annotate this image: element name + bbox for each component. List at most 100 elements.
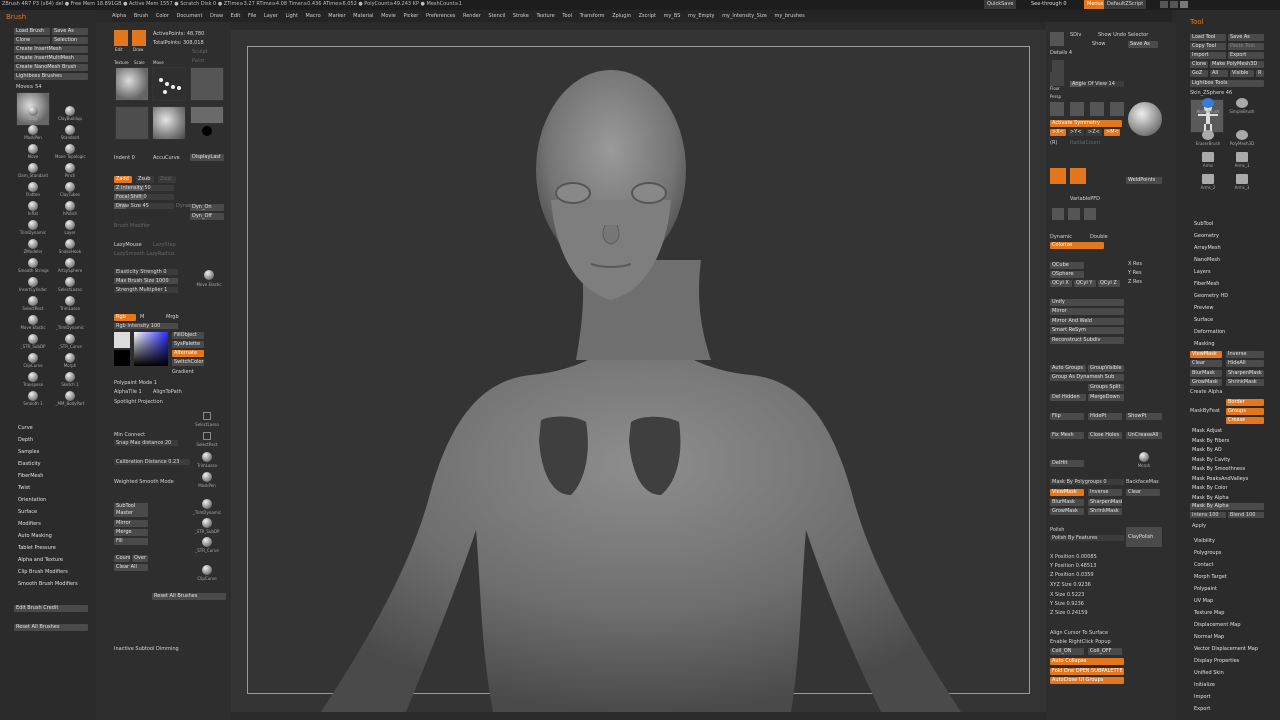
mask-menu-mask-by-fibers[interactable]: Mask By Fibers	[1192, 438, 1229, 444]
str-subdp-brush-icon[interactable]	[28, 334, 38, 344]
z-intensity-slider[interactable]: Z Intensity 50	[114, 185, 174, 191]
tool-menu-subtool[interactable]: SubTool	[1194, 221, 1213, 227]
color-picker[interactable]	[134, 332, 168, 366]
lazystep-label[interactable]: LazyStep	[153, 242, 176, 248]
tool-menu-displacement-map[interactable]: Displacement Map	[1194, 622, 1241, 628]
z-size-slider[interactable]: Z Size 0.24159	[1050, 610, 1088, 616]
str-curve-brush-icon[interactable]	[65, 334, 75, 344]
fold-one-subpalette-button[interactable]: Fold One OPEN SUBPALETTE	[1050, 668, 1124, 675]
floor-icon[interactable]	[1050, 72, 1064, 86]
texture-thumbnail[interactable]	[115, 106, 149, 140]
claytubes-brush-icon[interactable]	[65, 182, 75, 192]
subtool-master-button[interactable]: SubTool Master	[114, 503, 148, 517]
x-position-slider[interactable]: X Position 0.00085	[1050, 554, 1097, 560]
select-lasso-icon[interactable]	[203, 412, 211, 420]
tool-menu-export[interactable]: Export	[1194, 706, 1210, 712]
xyz-size-slider[interactable]: XYZ Size 0.9236	[1050, 582, 1091, 588]
tool-menu-masking[interactable]: Masking	[1194, 341, 1215, 347]
brush-menu-curve[interactable]: Curve	[18, 425, 33, 431]
morph-icon[interactable]	[1139, 452, 1149, 462]
tool-menu-deformation[interactable]: Deformation	[1194, 329, 1225, 335]
transp-icon[interactable]	[1070, 168, 1086, 184]
count-button[interactable]: Count	[114, 555, 130, 562]
view-mask-button[interactable]: ViewMask	[1050, 489, 1084, 496]
border-button[interactable]: Border	[1226, 399, 1264, 406]
sculpt-model[interactable]	[231, 30, 1046, 712]
brush-modifier-label[interactable]: Brush Modifier	[114, 223, 150, 229]
x-res-label[interactable]: X Res	[1128, 261, 1142, 267]
line-fill-icon[interactable]	[1084, 208, 1096, 220]
blur-mask-button[interactable]: BlurMask	[1050, 499, 1084, 506]
alpha-tile-label[interactable]: AlphaTile 1	[114, 389, 142, 395]
brush-thumbnail[interactable]	[115, 67, 149, 101]
create-insertmultimesh-button[interactable]: Create InsertMultiMesh	[14, 55, 88, 62]
draw-mode-button[interactable]	[132, 30, 146, 46]
blend-slider[interactable]: Blend 100	[1228, 512, 1264, 518]
fill-button[interactable]: Fill	[114, 538, 148, 545]
clay-brush-icon[interactable]	[28, 106, 38, 116]
brush-menu-samples[interactable]: Samples	[18, 449, 39, 455]
tool-menu-surface[interactable]: Surface	[1194, 317, 1213, 323]
mask-by-alpha-button[interactable]: Mask By Alpha	[1190, 503, 1264, 510]
fill-object-button[interactable]: FillObject	[172, 332, 204, 339]
alternate-button[interactable]: Alternate	[172, 350, 204, 357]
str-curve-icon[interactable]	[202, 537, 212, 547]
material-preview-thumbnail[interactable]	[190, 106, 224, 124]
z-position-slider[interactable]: Z Position 0.0359	[1050, 572, 1094, 578]
dam-standard-brush-icon[interactable]	[28, 163, 38, 173]
y-size-slider[interactable]: Y Size 0.9236	[1050, 601, 1084, 607]
reconstruct-subdiv-button[interactable]: Reconstruct Subdiv	[1050, 337, 1124, 344]
switchcolor-button[interactable]: SwitchColor	[172, 359, 204, 366]
menu-texture[interactable]: Texture	[536, 10, 554, 22]
sym-m-button[interactable]: >M<	[1104, 129, 1120, 136]
spix-icon[interactable]	[1050, 32, 1064, 46]
align-to-path-button[interactable]: AlignToPath	[153, 389, 182, 395]
elasticity-slider[interactable]: Elasticity Strength 0	[114, 269, 178, 275]
menu-preferences[interactable]: Preferences	[426, 10, 455, 22]
menu-tool[interactable]: Tool	[562, 10, 572, 22]
growmask-tool-button[interactable]: GrowMask	[1190, 379, 1222, 386]
mask-menu-mask-by-smoothness[interactable]: Mask By Smoothness	[1192, 466, 1245, 472]
flatten-brush-icon[interactable]	[28, 182, 38, 192]
draw-size-slider[interactable]: Draw Size 45	[114, 203, 174, 209]
clear-tool-button[interactable]: Clear	[1190, 360, 1222, 367]
scale-tab[interactable]: Scale	[134, 60, 145, 66]
stroke-thumbnail[interactable]	[152, 67, 186, 101]
qcyl-x-button[interactable]: QCyl X	[1050, 280, 1072, 287]
transpose-brush-icon[interactable]	[28, 372, 38, 382]
arms-1-tool-icon[interactable]	[1236, 152, 1248, 162]
menu-brush[interactable]: Brush	[134, 10, 148, 22]
zadd-button[interactable]: Zadd	[114, 176, 132, 183]
smart-resym-button[interactable]: Smart ReSym	[1050, 327, 1124, 334]
snakehook-brush-icon[interactable]	[65, 239, 75, 249]
trimdynamic-brush-icon[interactable]	[28, 220, 38, 230]
gradient-label[interactable]: Gradient	[172, 369, 194, 375]
angle-of-view-slider[interactable]: Angle Of View 14	[1070, 81, 1124, 87]
tool-menu-polypaint[interactable]: Polypaint	[1194, 586, 1217, 592]
brush-menu-clip-brush-modifiers[interactable]: Clip Brush Modifiers	[18, 569, 68, 575]
mirror-and-weld-button[interactable]: Mirror And Weld	[1050, 318, 1124, 325]
claypolish-button[interactable]: ClayPolish	[1126, 527, 1162, 547]
edit-mode-button[interactable]	[114, 30, 128, 46]
uncrease-all-button[interactable]: UnCreaseAll	[1126, 432, 1162, 439]
sym-z-button[interactable]: >Z<	[1086, 129, 1102, 136]
menu-macro[interactable]: Macro	[306, 10, 321, 22]
calibration-distance-slider[interactable]: Calibration Distance 0.23	[114, 459, 190, 465]
focal-shift-slider[interactable]: Focal Shift 0	[114, 194, 174, 200]
menu-material[interactable]: Material	[353, 10, 373, 22]
zsub-button[interactable]: Zsub	[136, 176, 154, 183]
align-cursor-to-surface-button[interactable]: Align Cursor To Surface	[1050, 630, 1108, 636]
xyz-icon[interactable]	[1090, 102, 1104, 116]
quicksave-button[interactable]: QuickSave	[984, 0, 1017, 9]
rgb-intensity-slider[interactable]: Rgb Intensity 100	[114, 323, 178, 329]
edit-brush-credit-button[interactable]: Edit Brush Credit	[14, 605, 88, 612]
menu-my-bs[interactable]: my_BS	[664, 10, 681, 22]
move-topologic-brush-icon[interactable]	[65, 144, 75, 154]
brush-menu-tablet-pressure[interactable]: Tablet Pressure	[18, 545, 56, 551]
tool-menu-initialize[interactable]: Initialize	[1194, 682, 1215, 688]
eraserbrush-tool-icon[interactable]	[1202, 130, 1214, 140]
mask-by-feature-button[interactable]: MaskByFeat	[1190, 408, 1220, 414]
sym-x-button[interactable]: >X<	[1050, 129, 1066, 136]
create-nanomesh-brush-button[interactable]: Create NanoMesh Brush	[14, 64, 88, 71]
material-sphere-icon[interactable]	[1128, 102, 1162, 136]
